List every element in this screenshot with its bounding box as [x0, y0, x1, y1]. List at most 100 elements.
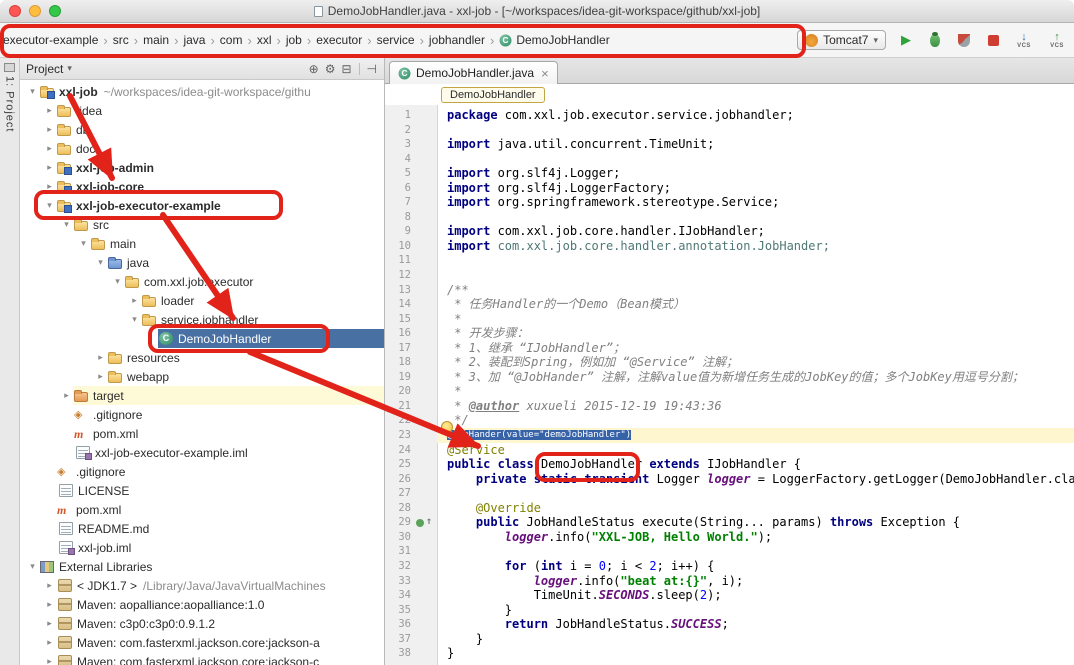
- code-line-33[interactable]: 33 logger.info("beat at:{}", i);: [385, 574, 1074, 589]
- expand-arrow-icon[interactable]: ▸: [43, 162, 56, 173]
- tree-item-pom-xml[interactable]: mpom.xml: [20, 500, 384, 519]
- expand-arrow-icon[interactable]: ▸: [94, 352, 107, 363]
- breadcrumb-item-com[interactable]: com: [220, 33, 243, 47]
- close-window-button[interactable]: [9, 5, 21, 17]
- code-line-16[interactable]: 16 * 开发步骤：: [385, 326, 1074, 341]
- collapse-arrow-icon[interactable]: ▾: [77, 238, 90, 249]
- code-line-1[interactable]: 1package com.xxl.job.executor.service.jo…: [385, 108, 1074, 123]
- code-line-11[interactable]: 11: [385, 253, 1074, 268]
- code-line-20[interactable]: 20 *: [385, 384, 1074, 399]
- chevron-down-icon[interactable]: ▾: [67, 63, 72, 74]
- collapse-arrow-icon[interactable]: ▾: [111, 276, 124, 287]
- collapse-arrow-icon[interactable]: ▾: [43, 200, 56, 211]
- code-line-38[interactable]: 38}: [385, 646, 1074, 661]
- project-tool-window-button[interactable]: 1: Project: [4, 76, 16, 132]
- gear-icon[interactable]: ⚙: [324, 62, 337, 76]
- code-line-12[interactable]: 12: [385, 268, 1074, 283]
- tree-item-xxl-job-admin[interactable]: ▸xxl-job-admin: [20, 158, 384, 177]
- tree-item-external-libraries[interactable]: ▾External Libraries: [20, 557, 384, 576]
- code-line-21[interactable]: 21 * @author xuxueli 2015-12-19 19:43:36: [385, 399, 1074, 414]
- tree-item-loader[interactable]: ▸loader: [20, 291, 384, 310]
- tree-item-service-jobhandler[interactable]: ▾service.jobhandler: [20, 310, 384, 329]
- expand-arrow-icon[interactable]: ▸: [43, 656, 56, 665]
- minimize-window-button[interactable]: [29, 5, 41, 17]
- code-line-29[interactable]: 29↑ public JobHandleStatus execute(Strin…: [385, 515, 1074, 530]
- code-line-25[interactable]: 25public class DemoJobHandler extends IJ…: [385, 457, 1074, 472]
- vcs-commit-button[interactable]: ↑ VCS: [1046, 30, 1068, 50]
- code-line-14[interactable]: 14 * 任务Handler的一个Demo（Bean模式）: [385, 297, 1074, 312]
- tree-item-pom-xml[interactable]: mpom.xml: [20, 424, 384, 443]
- expand-arrow-icon[interactable]: ▸: [43, 637, 56, 648]
- tree-item-webapp[interactable]: ▸webapp: [20, 367, 384, 386]
- breadcrumb-item-main[interactable]: main: [143, 33, 169, 47]
- breadcrumb-item-job[interactable]: job: [286, 33, 302, 47]
- collapse-arrow-icon[interactable]: ▾: [60, 219, 73, 230]
- code-line-9[interactable]: 9import com.xxl.job.core.handler.IJobHan…: [385, 224, 1074, 239]
- code-line-18[interactable]: 18 * 2、装配到Spring，例如加 “@Service” 注解；: [385, 355, 1074, 370]
- code-line-2[interactable]: 2: [385, 123, 1074, 138]
- tree-item-gitignore[interactable]: ◈.gitignore: [20, 462, 384, 481]
- code-line-23[interactable]: 23@JobHander(value="demoJobHandler"): [385, 428, 1074, 443]
- tree-item-db[interactable]: ▸db: [20, 120, 384, 139]
- tree-item-main[interactable]: ▾main: [20, 234, 384, 253]
- tree-item-resources[interactable]: ▸resources: [20, 348, 384, 367]
- hide-panel-icon[interactable]: ⊣: [366, 62, 378, 76]
- expand-arrow-icon[interactable]: ▸: [43, 124, 56, 135]
- code-line-26[interactable]: 26 private static transient Logger logge…: [385, 472, 1074, 487]
- code-line-8[interactable]: 8: [385, 210, 1074, 225]
- tree-item-target[interactable]: ▸target: [20, 386, 384, 405]
- coverage-button[interactable]: [955, 31, 973, 49]
- code-line-35[interactable]: 35 }: [385, 603, 1074, 618]
- code-line-6[interactable]: 6import org.slf4j.LoggerFactory;: [385, 181, 1074, 196]
- breadcrumb-item-executor-example[interactable]: executor-example: [3, 33, 98, 47]
- tree-item-xxl-job[interactable]: ▾xxl-job~/workspaces/idea-git-workspace/…: [20, 82, 384, 101]
- zoom-window-button[interactable]: [49, 5, 61, 17]
- breadcrumb-item-service[interactable]: service: [377, 33, 415, 47]
- breadcrumb-item-demojobhandler[interactable]: CDemoJobHandler: [499, 33, 609, 47]
- code-line-5[interactable]: 5import org.slf4j.Logger;: [385, 166, 1074, 181]
- expand-arrow-icon[interactable]: ▸: [43, 143, 56, 154]
- run-config-select[interactable]: Tomcat7 ▾: [797, 30, 886, 50]
- breadcrumb-item-executor[interactable]: executor: [316, 33, 362, 47]
- code-line-4[interactable]: 4: [385, 152, 1074, 167]
- tree-item-readme-md[interactable]: README.md: [20, 519, 384, 538]
- expand-arrow-icon[interactable]: ▸: [43, 599, 56, 610]
- code-line-3[interactable]: 3import java.util.concurrent.TimeUnit;: [385, 137, 1074, 152]
- code-area[interactable]: 1package com.xxl.job.executor.service.jo…: [385, 105, 1074, 665]
- vcs-update-button[interactable]: ↓ VCS: [1013, 30, 1035, 50]
- tree-item-xxl-job-core[interactable]: ▸xxl-job-core: [20, 177, 384, 196]
- code-line-27[interactable]: 27: [385, 486, 1074, 501]
- editor-breadcrumb-chip[interactable]: DemoJobHandler: [441, 87, 545, 103]
- tree-item-xxl-job-iml[interactable]: xxl-job.iml: [20, 538, 384, 557]
- intention-bulb-icon[interactable]: [441, 421, 453, 433]
- code-line-24[interactable]: 24@Service: [385, 443, 1074, 458]
- expand-arrow-icon[interactable]: ▸: [60, 390, 73, 401]
- override-marker-icon[interactable]: ↑: [426, 515, 432, 530]
- collapse-arrow-icon[interactable]: ▾: [26, 561, 39, 572]
- tree-item-demojobhandler[interactable]: CDemoJobHandler: [20, 329, 384, 348]
- tree-item-maven-com-fasterxml-jackson-core-jackson-c[interactable]: ▸Maven: com.fasterxml.jackson.core:jacks…: [20, 652, 384, 665]
- expand-arrow-icon[interactable]: ▸: [94, 371, 107, 382]
- breadcrumb-item-java[interactable]: java: [183, 33, 205, 47]
- code-line-13[interactable]: 13/**: [385, 283, 1074, 298]
- code-line-10[interactable]: 10import com.xxl.job.core.handler.annota…: [385, 239, 1074, 254]
- stop-button[interactable]: [984, 31, 1002, 49]
- expand-arrow-icon[interactable]: ▸: [43, 105, 56, 116]
- run-button[interactable]: ▶: [897, 31, 915, 49]
- collapse-all-icon[interactable]: ⊟: [340, 62, 352, 76]
- tree-item-com-xxl-job-executor[interactable]: ▾com.xxl.job.executor: [20, 272, 384, 291]
- collapse-arrow-icon[interactable]: ▾: [94, 257, 107, 268]
- tree-item-maven-com-fasterxml-jackson-core-jackson-a[interactable]: ▸Maven: com.fasterxml.jackson.core:jacks…: [20, 633, 384, 652]
- code-line-32[interactable]: 32 for (int i = 0; i < 2; i++) {: [385, 559, 1074, 574]
- code-line-19[interactable]: 19 * 3、加 “@JobHander” 注解，注解value值为新增任务生成…: [385, 370, 1074, 385]
- breadcrumb-item-src[interactable]: src: [113, 33, 129, 47]
- tree-item-xxl-job-executor-example-iml[interactable]: xxl-job-executor-example.iml: [20, 443, 384, 462]
- locate-icon[interactable]: ⊕: [308, 62, 320, 76]
- code-line-34[interactable]: 34 TimeUnit.SECONDS.sleep(2);: [385, 588, 1074, 603]
- tree-item-maven-c3p0-c3p0-0-9-1-2[interactable]: ▸Maven: c3p0:c3p0:0.9.1.2: [20, 614, 384, 633]
- tree-item-xxl-job-executor-example[interactable]: ▾xxl-job-executor-example: [20, 196, 384, 215]
- breadcrumb-item-jobhandler[interactable]: jobhandler: [429, 33, 485, 47]
- run-marker-icon[interactable]: [416, 519, 424, 527]
- code-line-7[interactable]: 7import org.springframework.stereotype.S…: [385, 195, 1074, 210]
- tree-item-doc[interactable]: ▸doc: [20, 139, 384, 158]
